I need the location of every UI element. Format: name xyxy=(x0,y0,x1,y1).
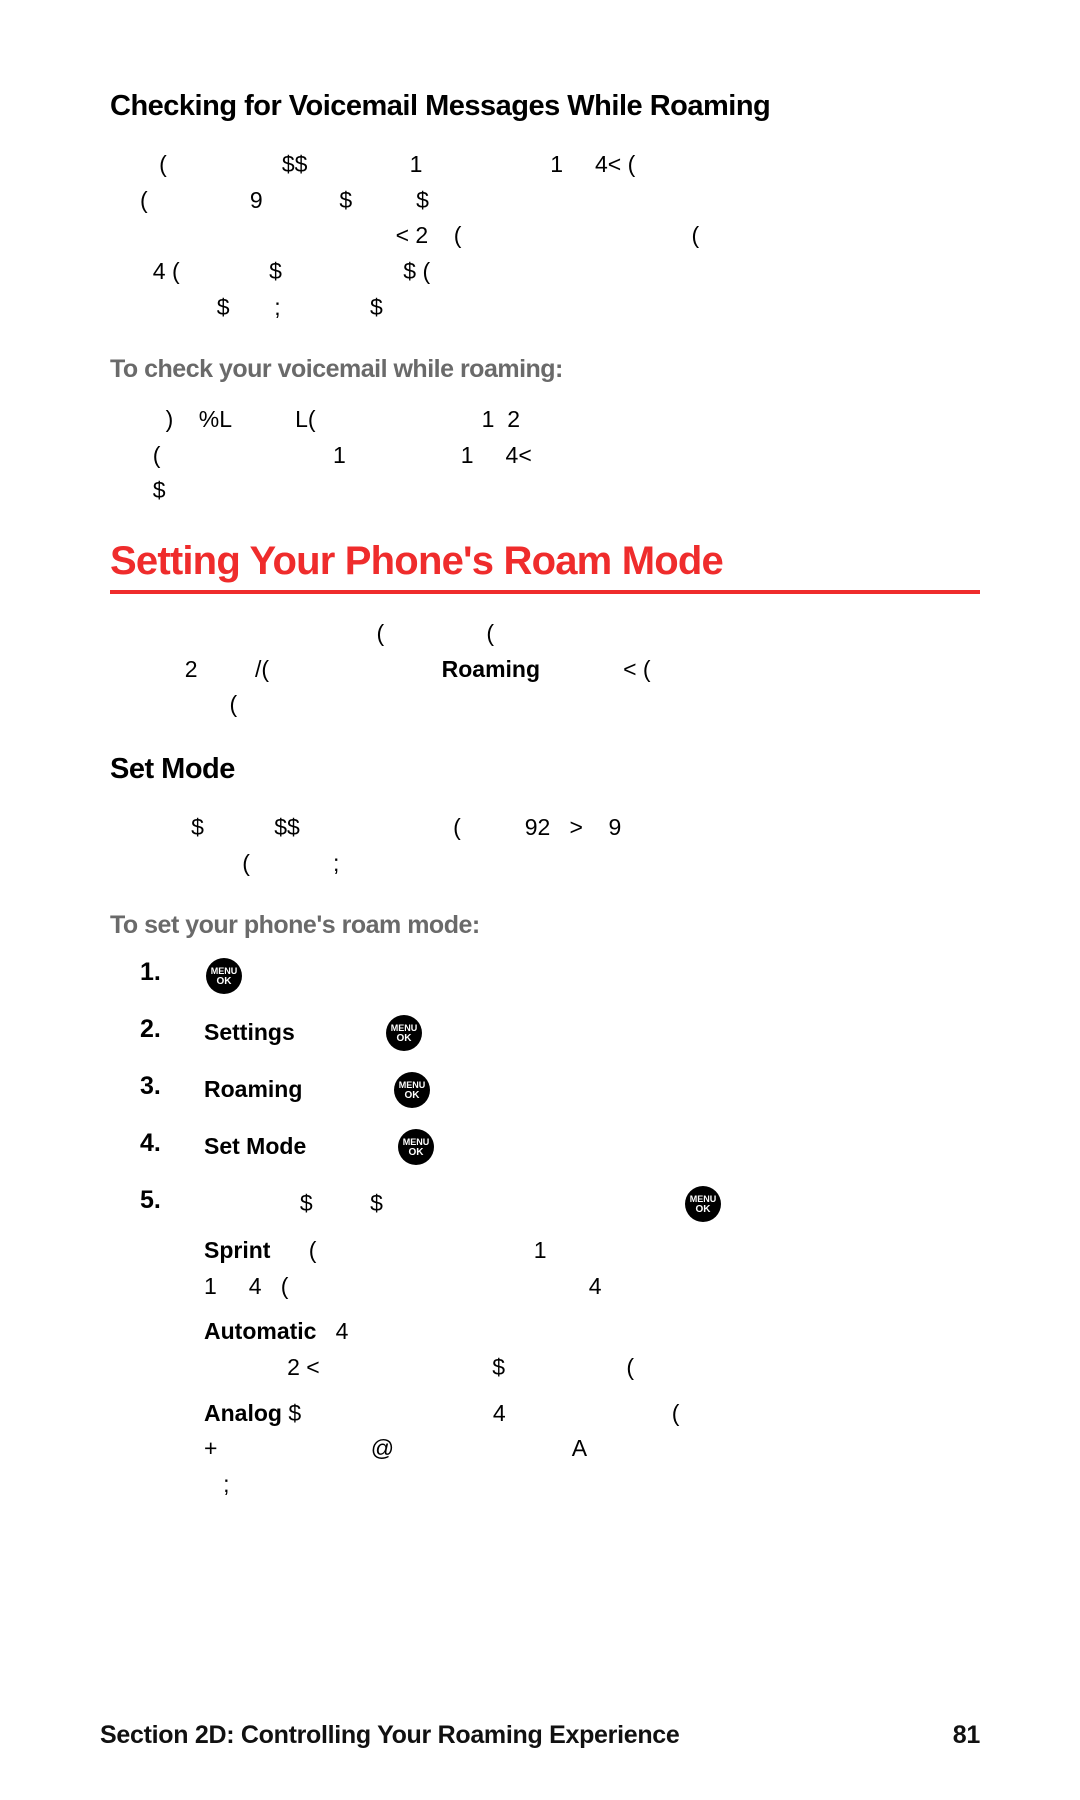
bullet-analog: Analog $ 4 ( + @ A ; xyxy=(204,1396,980,1503)
step-body: Settings MENUOK xyxy=(204,1015,980,1052)
step-2: 2. Settings MENUOK xyxy=(140,1015,980,1052)
step-number: 5. xyxy=(140,1186,166,1215)
bullet-sprint: Sprint ( 1 1 4 ( 4 xyxy=(204,1233,980,1304)
lead-set-mode: To set your phone's roam mode: xyxy=(110,911,980,940)
step-suffix xyxy=(295,1019,378,1045)
lead-check-voicemail: To check your voicemail while roaming: xyxy=(110,355,980,384)
menu-ok-icon: MENUOK xyxy=(398,1129,434,1165)
svg-text:MENU: MENU xyxy=(211,966,238,976)
bullets-list: Sprint ( 1 1 4 ( 4 Automatic 4 2 < $ ( xyxy=(204,1233,980,1502)
paragraph-set-mode: $ $$ ( 92 > 9 ( ; xyxy=(140,810,980,881)
svg-text:OK: OK xyxy=(217,976,233,987)
step-bold-text: Roaming xyxy=(204,1076,302,1102)
svg-text:MENU: MENU xyxy=(690,1194,717,1204)
page-footer: Section 2D: Controlling Your Roaming Exp… xyxy=(100,1721,980,1750)
bullet-label: Analog xyxy=(204,1400,282,1426)
step-body: MENUOK xyxy=(204,958,980,995)
step-number: 1. xyxy=(140,958,166,987)
step-5-line: $ $ xyxy=(204,1190,677,1216)
svg-text:OK: OK xyxy=(397,1033,413,1044)
bullet-label: Automatic xyxy=(204,1318,316,1344)
step-number: 4. xyxy=(140,1129,166,1158)
step-suffix xyxy=(302,1076,385,1102)
steps-list: 1. MENUOK 2. Settings MENUOK 3. Roaming … xyxy=(140,958,980,1512)
step-number: 2. xyxy=(140,1015,166,1044)
step-4: 4. Set Mode MENUOK xyxy=(140,1129,980,1166)
step-3: 3. Roaming MENUOK xyxy=(140,1072,980,1109)
paragraph-roam-intro: ( ( 2 /( Roaming < ( ( xyxy=(140,616,980,723)
svg-text:MENU: MENU xyxy=(399,1080,426,1090)
step-5: 5. $ $ MENUOK Sprint ( 1 1 4 ( xyxy=(140,1186,980,1512)
step-bold-text: Settings xyxy=(204,1019,295,1045)
footer-section-label: Section 2D: Controlling Your Roaming Exp… xyxy=(100,1721,680,1750)
bullet-label: Sprint xyxy=(204,1237,270,1263)
section-title-roam-mode: Setting Your Phone's Roam Mode xyxy=(110,539,980,584)
step-body: Roaming MENUOK xyxy=(204,1072,980,1109)
step-body: Set Mode MENUOK xyxy=(204,1129,980,1166)
step-suffix xyxy=(306,1133,389,1159)
menu-ok-icon: MENUOK xyxy=(386,1015,422,1051)
svg-text:MENU: MENU xyxy=(391,1023,418,1033)
step-1: 1. MENUOK xyxy=(140,958,980,995)
footer-page-number: 81 xyxy=(953,1721,980,1750)
subheading-set-mode: Set Mode xyxy=(110,753,980,786)
bullet-automatic: Automatic 4 2 < $ ( xyxy=(204,1314,980,1385)
svg-text:OK: OK xyxy=(408,1147,424,1158)
step-body: $ $ MENUOK Sprint ( 1 1 4 ( xyxy=(204,1186,980,1512)
svg-text:OK: OK xyxy=(696,1204,712,1215)
step-bold-text: Set Mode xyxy=(204,1133,306,1159)
menu-ok-icon: MENUOK xyxy=(206,958,242,994)
paragraph-voicemail-2: ) %L L( 1 2 ( 1 1 4< $ xyxy=(140,402,980,509)
section-rule xyxy=(110,590,980,594)
svg-text:MENU: MENU xyxy=(402,1137,429,1147)
paragraph-voicemail-1: ( $$ 1 1 4< ( ( 9 $ $ < 2 ( ( xyxy=(140,147,980,325)
menu-ok-icon: MENUOK xyxy=(685,1186,721,1222)
menu-ok-icon: MENUOK xyxy=(394,1072,430,1108)
subheading-voicemail: Checking for Voicemail Messages While Ro… xyxy=(110,90,980,123)
svg-text:OK: OK xyxy=(404,1090,420,1101)
step-number: 3. xyxy=(140,1072,166,1101)
